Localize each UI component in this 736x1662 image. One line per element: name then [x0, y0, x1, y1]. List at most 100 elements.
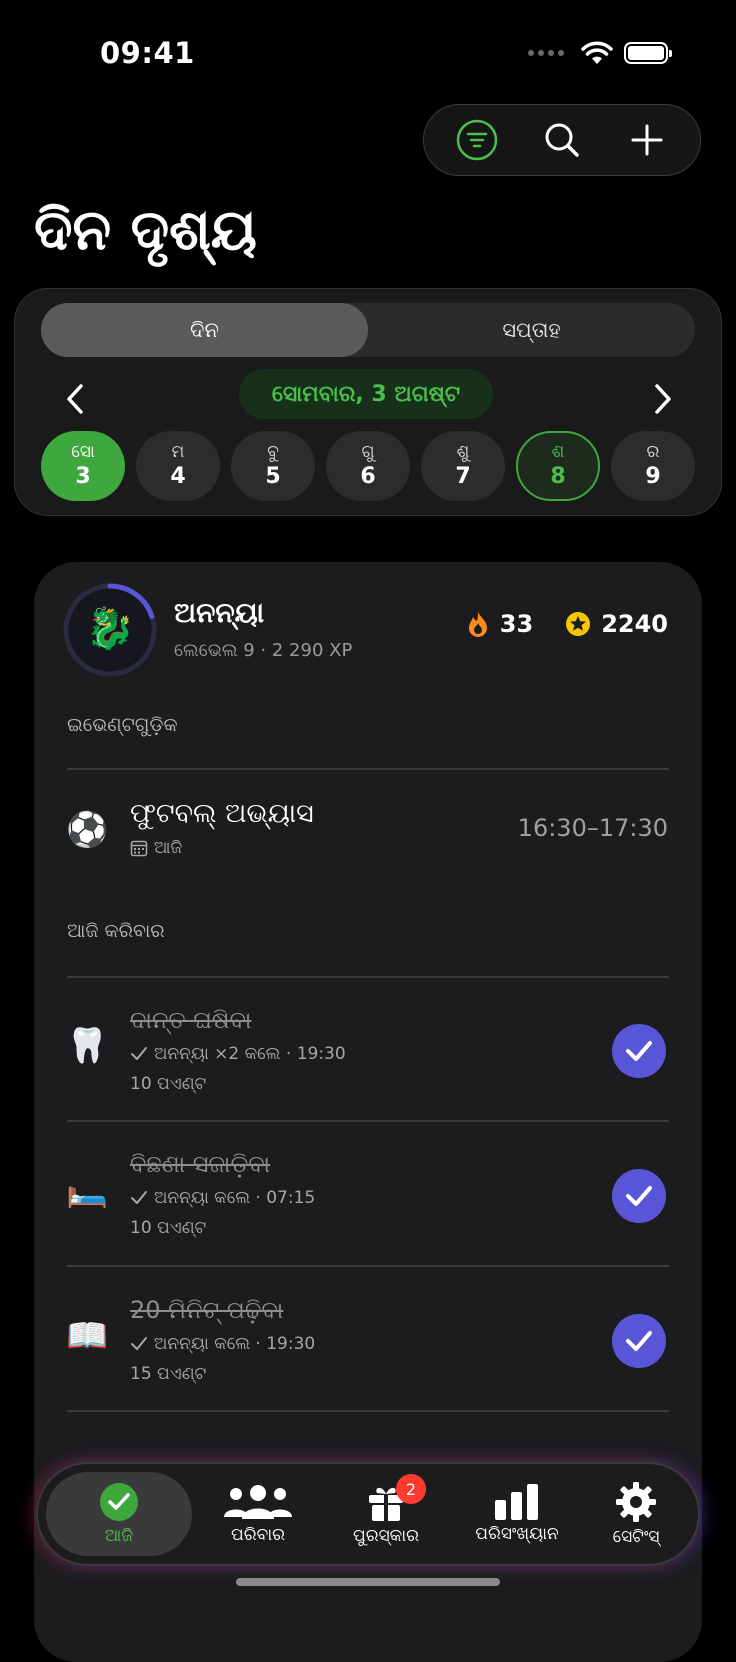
tab-label: ପରିସଂଖ୍ୟାନ — [475, 1524, 559, 1544]
current-date-chip[interactable]: ସୋମବାର, 3 ଅଗଷ୍ଟ — [239, 369, 493, 419]
signal-dots-icon — [528, 50, 564, 56]
divider — [67, 976, 669, 978]
todo-complete-toggle[interactable] — [612, 1169, 666, 1223]
day-chip-6[interactable]: ଗୁ 6 — [326, 431, 410, 501]
divider — [67, 1410, 669, 1412]
day-chip-8[interactable]: ଶ8 — [516, 431, 600, 501]
soccer-ball-icon: ⚽ — [66, 810, 109, 850]
tab-settings[interactable]: ସେଟିଂସ୍ — [574, 1464, 698, 1564]
day-name: ଶ — [551, 442, 565, 462]
wifi-icon — [581, 41, 613, 64]
user-stats: 33 2240 — [466, 610, 668, 638]
battery-icon — [624, 42, 672, 64]
people-icon — [224, 1485, 292, 1519]
tab-stats[interactable]: ପରିସଂଖ୍ୟାନ — [450, 1464, 584, 1564]
todo-done-by: ଅନନ୍ୟା କଲେ · 19:30 — [130, 1334, 315, 1354]
date-panel: ଦିନ ସପ୍ତାହ ସୋମବାର, 3 ଅଗଷ୍ଟ ସୋ 3 ମ4 ବୁ 5 ଗୁ… — [14, 288, 722, 516]
tab-label: ପୁରସ୍କାର — [352, 1526, 419, 1546]
day-chip-9[interactable]: ର9 — [611, 431, 695, 501]
page-title: ଦିନ ଦୃଶ୍ୟ — [34, 198, 258, 263]
tab-family[interactable]: ପରିବାର — [196, 1464, 320, 1564]
tab-today[interactable]: ଆଜି — [46, 1464, 192, 1564]
filter-button[interactable] — [447, 110, 507, 170]
day-name: ସୋ — [71, 442, 95, 462]
view-toggle-week[interactable]: ସପ୍ତାହ — [368, 303, 695, 357]
toolbar — [423, 104, 701, 176]
day-number: 3 — [75, 464, 91, 489]
day-name: ବୁ — [267, 442, 279, 462]
gear-icon — [616, 1482, 656, 1522]
divider — [67, 768, 669, 770]
status-time: 09:41 — [100, 36, 195, 70]
day-strip: ସୋ 3 ମ4 ବୁ 5 ଗୁ 6 ଶୁ 7 ଶ8 ର9 — [41, 431, 701, 503]
todo-done-by: ଅନନ୍ୟା କଲେ · 07:15 — [130, 1188, 315, 1208]
streak-count: 33 — [499, 610, 534, 638]
event-date: ଆଜି — [130, 838, 182, 858]
flame-icon — [468, 611, 487, 637]
day-number: 8 — [550, 464, 566, 489]
rewards-badge: 2 — [396, 1474, 426, 1504]
day-chip-7[interactable]: ଶୁ 7 — [421, 431, 505, 501]
checkmark-icon — [131, 1047, 147, 1060]
checkmark-icon — [626, 1331, 652, 1351]
day-name: ଶୁ — [456, 442, 470, 462]
avatar[interactable]: 🐉 — [62, 582, 158, 678]
tab-label: ଆଜି — [104, 1526, 134, 1546]
user-name: ଅନନ୍ୟା — [174, 596, 265, 629]
view-toggle-day[interactable]: ଦିନ — [41, 303, 368, 357]
bed-icon: 🛏️ — [66, 1170, 109, 1210]
search-icon — [545, 123, 579, 157]
events-section-label: ଇଭେଣ୍ଟଗୁଡ଼ିକ — [67, 714, 178, 736]
dragon-avatar-icon: 🐉 — [85, 605, 135, 652]
todo-complete-toggle[interactable] — [612, 1314, 666, 1368]
level-progress-ring: 🐉 — [63, 583, 157, 677]
todo-points: 10 ପଏଣ୍ଟ — [130, 1074, 207, 1094]
checkmark-icon — [131, 1191, 147, 1204]
day-name: ର — [646, 442, 660, 462]
next-day-button[interactable] — [643, 377, 683, 421]
search-button[interactable] — [532, 110, 592, 170]
todo-done-by-text: ଅନନ୍ୟା କଲେ · 19:30 — [154, 1334, 316, 1354]
tab-rewards[interactable]: 2 ପୁରସ୍କାର — [324, 1464, 448, 1564]
chevron-left-icon — [67, 384, 83, 414]
plus-icon — [631, 124, 663, 156]
home-indicator[interactable] — [236, 1578, 500, 1586]
book-icon: 📖 — [66, 1316, 109, 1356]
todo-points: 10 ପଏଣ୍ଟ — [130, 1218, 207, 1238]
view-toggle: ଦିନ ସପ୍ତାହ — [41, 303, 695, 357]
user-level: ଲେଭେଲ 9 · 2 290 XP — [174, 640, 353, 661]
divider — [67, 1120, 669, 1122]
todo-title[interactable]: ଦାନ୍ତ ଘଷିବା — [130, 1006, 251, 1034]
todo-done-by: ଅନନ୍ୟା ×2 କଲେ · 19:30 — [130, 1044, 346, 1064]
day-number: 5 — [265, 464, 281, 489]
day-chip-5[interactable]: ବୁ 5 — [231, 431, 315, 501]
checkmark-icon — [626, 1041, 652, 1061]
day-number: 6 — [360, 464, 376, 489]
day-chip-4[interactable]: ମ4 — [136, 431, 220, 501]
day-number: 4 — [170, 464, 186, 489]
day-name: ଗୁ — [361, 442, 375, 462]
tooth-icon: 🦷 — [66, 1026, 109, 1066]
todo-complete-toggle[interactable] — [612, 1024, 666, 1078]
event-title[interactable]: ଫୁଟବଲ୍ ଅଭ୍ୟାସ — [130, 798, 314, 830]
day-number: 7 — [455, 464, 471, 489]
prev-day-button[interactable] — [55, 377, 95, 421]
check-circle-icon — [100, 1483, 138, 1521]
calendar-icon — [130, 840, 148, 857]
day-name: ମ — [171, 442, 185, 462]
points-count: 2240 — [601, 610, 668, 638]
checkmark-icon — [626, 1186, 652, 1206]
checkmark-icon — [131, 1337, 147, 1350]
bar-chart-icon — [495, 1484, 538, 1520]
tab-label: ପରିବାର — [231, 1525, 285, 1545]
todos-section-label: ଆଜି କରିବାର — [67, 920, 165, 942]
event-time: 16:30–17:30 — [517, 814, 668, 842]
todo-title[interactable]: 20 ମିନିଟ୍ ପଢ଼ିବା — [130, 1296, 283, 1324]
add-button[interactable] — [617, 110, 677, 170]
todo-done-by-text: ଅନନ୍ୟା କଲେ · 07:15 — [154, 1188, 316, 1208]
filter-icon — [456, 119, 497, 161]
event-date-text: ଆଜି — [154, 838, 183, 858]
day-chip-3[interactable]: ସୋ 3 — [41, 431, 125, 501]
tab-bar: ଆଜି ପରିବାର 2 ପୁରସ୍କାର ପରିସଂଖ୍ୟାନ ସେଟିଂସ୍ — [36, 1462, 700, 1566]
todo-title[interactable]: ବିଛଣା ସଜାଡ଼ିବା — [130, 1150, 270, 1178]
